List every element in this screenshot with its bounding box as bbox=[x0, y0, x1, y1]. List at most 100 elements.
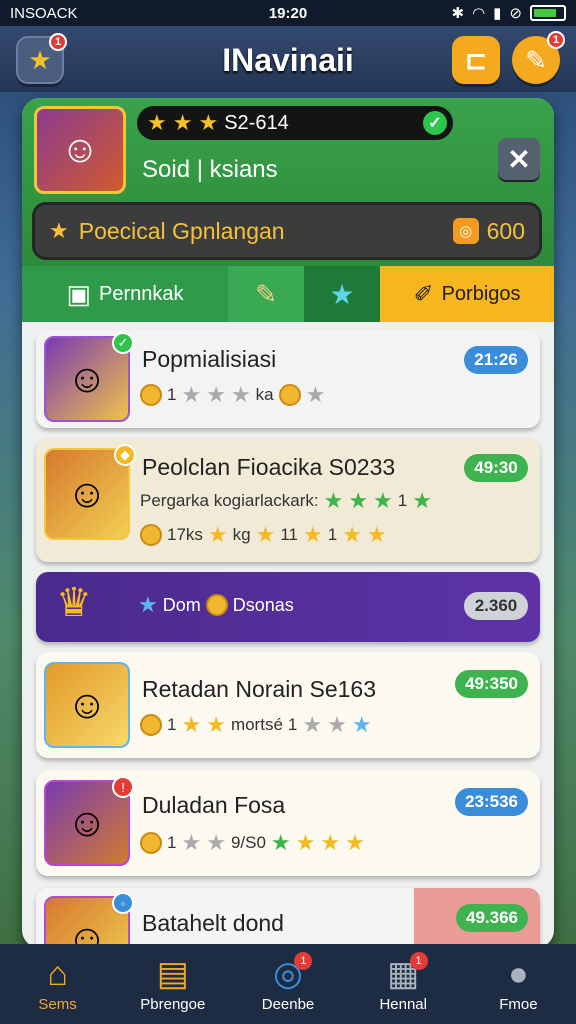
special-count: ◎ 600 bbox=[452, 217, 525, 245]
alert-badge: ! bbox=[112, 776, 134, 798]
time-pill: 49:30 bbox=[464, 454, 528, 482]
tab-label: Pernnkak bbox=[99, 282, 184, 305]
special-value: 600 bbox=[486, 217, 525, 244]
rank-bar: ★ ★ ★ S2-614 ✓ bbox=[137, 106, 453, 140]
tab-pernnkak[interactable]: ▣ Pernnkak bbox=[22, 266, 228, 322]
check-icon: ✓ bbox=[112, 332, 134, 354]
coin-icon bbox=[278, 384, 301, 406]
explorer-hat-icon: ♛ bbox=[56, 581, 92, 625]
list-item[interactable]: ☺ ! Duladan Fosa 1 ★ ★ 9/S0 ★ ★ ★ ★ 23:5… bbox=[36, 770, 540, 876]
star-icon: ★ bbox=[329, 278, 355, 310]
note-icon: ✐ bbox=[413, 280, 434, 308]
star-icon: ★ bbox=[147, 110, 167, 135]
status-bar: INSOACK 19:20 ✱ ◠ ▮ ⊘ bbox=[0, 0, 576, 26]
stat-text: kg bbox=[232, 525, 251, 544]
special-currency-bar[interactable]: ★ Poecical Gpnlangan ◎ 600 bbox=[32, 202, 542, 260]
star-icon: ★ bbox=[303, 522, 323, 547]
star-icon: ★ bbox=[345, 830, 365, 855]
star-icon: ★ bbox=[230, 382, 251, 407]
tab-porbigos[interactable]: ✐ Porbigos bbox=[380, 266, 554, 322]
profile-icon: ● bbox=[508, 954, 529, 993]
stat-text: 1 bbox=[167, 715, 177, 734]
time-pill: 21:26 bbox=[464, 346, 528, 374]
title-text: Dom bbox=[162, 594, 201, 615]
edit-icon: ✎ bbox=[525, 44, 547, 75]
info-badge: ◦ bbox=[112, 892, 134, 914]
tab-label: Porbigos bbox=[441, 282, 521, 305]
coin-icon bbox=[140, 384, 162, 406]
coin-icon: ◎ bbox=[452, 218, 479, 244]
coin-icon bbox=[140, 524, 162, 546]
coin-icon bbox=[140, 714, 162, 736]
item-stats: 1 ★ ★ ★ ka ★ bbox=[140, 382, 325, 408]
character-portrait: ☺ ◆ bbox=[44, 444, 136, 540]
time-pill: 2.360 bbox=[464, 592, 528, 620]
star-icon: ★ bbox=[206, 382, 226, 407]
edit-button[interactable]: ✎ 1 bbox=[512, 31, 565, 84]
close-icon: ✕ bbox=[507, 143, 531, 175]
nav-item-deenbe[interactable]: ◎ 1 Deenbe bbox=[230, 944, 345, 1024]
stat-text: 11 bbox=[280, 525, 299, 544]
nav-item-fmoe[interactable]: ● Fmoe bbox=[461, 944, 576, 1024]
list-item[interactable]: ♛ ★ Dom Dsonas 2.360 bbox=[36, 572, 540, 642]
stat-text: mortsé bbox=[230, 715, 283, 734]
nav-label: Pbrengoe bbox=[140, 995, 206, 1013]
star-icon: ★ bbox=[207, 522, 228, 547]
time-pill: 23:536 bbox=[455, 788, 528, 816]
list-item[interactable]: ☺ ✓ Popmialisiasi 1 ★ ★ ★ ka ★ 21:26 bbox=[36, 330, 540, 428]
profile-header: ☺ ★ ★ ★ S2-614 ✓ Soid | ksians ✕ ★ Poeci… bbox=[22, 98, 554, 266]
item-title: Popmialisiasi bbox=[142, 346, 277, 372]
stat-text: 9/S0 bbox=[230, 833, 266, 852]
nav-item-pbrengoe[interactable]: ▤ Pbrengoe bbox=[115, 944, 230, 1024]
nav-item-hennal[interactable]: ▦ 1 Hennal bbox=[346, 944, 461, 1024]
hero-portrait-icon: ☺ bbox=[60, 128, 100, 171]
star-icon: ★ bbox=[323, 488, 344, 513]
star-icon: ★ bbox=[295, 830, 316, 855]
star-icon: ★ bbox=[255, 522, 276, 547]
character-portrait: ☺ ✓ bbox=[44, 332, 134, 422]
close-button[interactable]: ✕ bbox=[498, 138, 540, 180]
special-label: Poecical Gpnlangan bbox=[78, 217, 285, 244]
hero-portrait-icon: ☺ bbox=[66, 356, 108, 401]
nav-label: Sems bbox=[38, 995, 77, 1013]
battery-icon bbox=[530, 5, 566, 21]
stat-text: 1 bbox=[167, 833, 177, 852]
tab-favorites[interactable]: ★ bbox=[304, 266, 380, 322]
star-icon: ★ bbox=[181, 382, 202, 407]
profile-avatar[interactable]: ☺ bbox=[34, 106, 126, 194]
list-item[interactable]: ☺ ◦ Batahelt dond 49.366 bbox=[36, 888, 540, 948]
star-icon: ★ bbox=[206, 712, 226, 737]
star-icon: ★ bbox=[49, 218, 69, 243]
stat-text: ka bbox=[255, 385, 274, 404]
stat-text: 1 bbox=[167, 385, 177, 404]
shield-icon: ◆ bbox=[114, 444, 136, 466]
tab-tools[interactable]: ✎ bbox=[228, 266, 304, 322]
item-title: Retadan Norain Se163 bbox=[142, 676, 376, 702]
exit-button[interactable]: ⊏ bbox=[452, 36, 500, 84]
nav-label: Fmoe bbox=[499, 995, 538, 1013]
top-header: ★ 1 INavinaii ⊏ ✎ 1 bbox=[0, 28, 576, 92]
star-icon: ★ bbox=[412, 488, 432, 513]
item-title: ★ Dom Dsonas bbox=[138, 592, 294, 618]
item-title: Batahelt dond bbox=[142, 910, 284, 936]
star-icon: ★ bbox=[138, 592, 158, 617]
star-icon: ★ bbox=[206, 830, 226, 855]
notification-badge: 1 bbox=[294, 952, 313, 970]
chest-icon: ▣ bbox=[66, 278, 92, 309]
notification-badge: 1 bbox=[409, 952, 428, 970]
star-icon: ★ bbox=[348, 488, 369, 513]
list-item[interactable]: ☺ Retadan Norain Se163 1 ★ ★ mortsé 1 ★ … bbox=[36, 652, 540, 758]
bottom-nav: ⌂ Sems ▤ Pbrengoe ◎ 1 Deenbe ▦ 1 Hennal … bbox=[0, 944, 576, 1024]
star-icon: ★ bbox=[327, 712, 347, 737]
title-text: Dsonas bbox=[232, 594, 294, 615]
star-icon: ★ bbox=[302, 712, 323, 737]
character-portrait: ☺ ! bbox=[44, 776, 134, 866]
stat-text: 1 bbox=[397, 491, 408, 510]
nav-item-sems[interactable]: ⌂ Sems bbox=[0, 944, 115, 1024]
subtitle-text: Pergarka kogiarlackark: bbox=[140, 491, 319, 510]
pencil-icon: ✎ bbox=[255, 278, 277, 309]
star-icon: ★ bbox=[373, 488, 393, 513]
star-icon: ★ bbox=[198, 110, 219, 135]
list-item[interactable]: ☺ ◆ Peolclan Fioacika S0233 Pergarka kog… bbox=[36, 438, 540, 562]
star-icon: ★ bbox=[181, 712, 202, 737]
